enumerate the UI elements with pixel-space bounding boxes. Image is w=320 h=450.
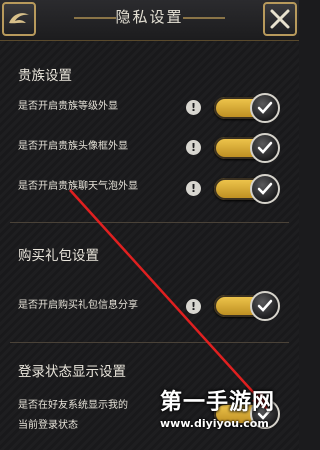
watermark-brand: 第一手游网	[160, 390, 276, 415]
annotation-arrow-icon	[69, 189, 268, 410]
watermark: 第一手游网 www.diyiyou.com	[160, 384, 296, 430]
watermark-url: www.diyiyou.com	[160, 417, 269, 430]
privacy-settings-screen: 隐私设置 贵族设置 是否开启贵族等级外显 ! 是否开启贵族头像框外显 ! 是否开…	[0, 0, 299, 450]
